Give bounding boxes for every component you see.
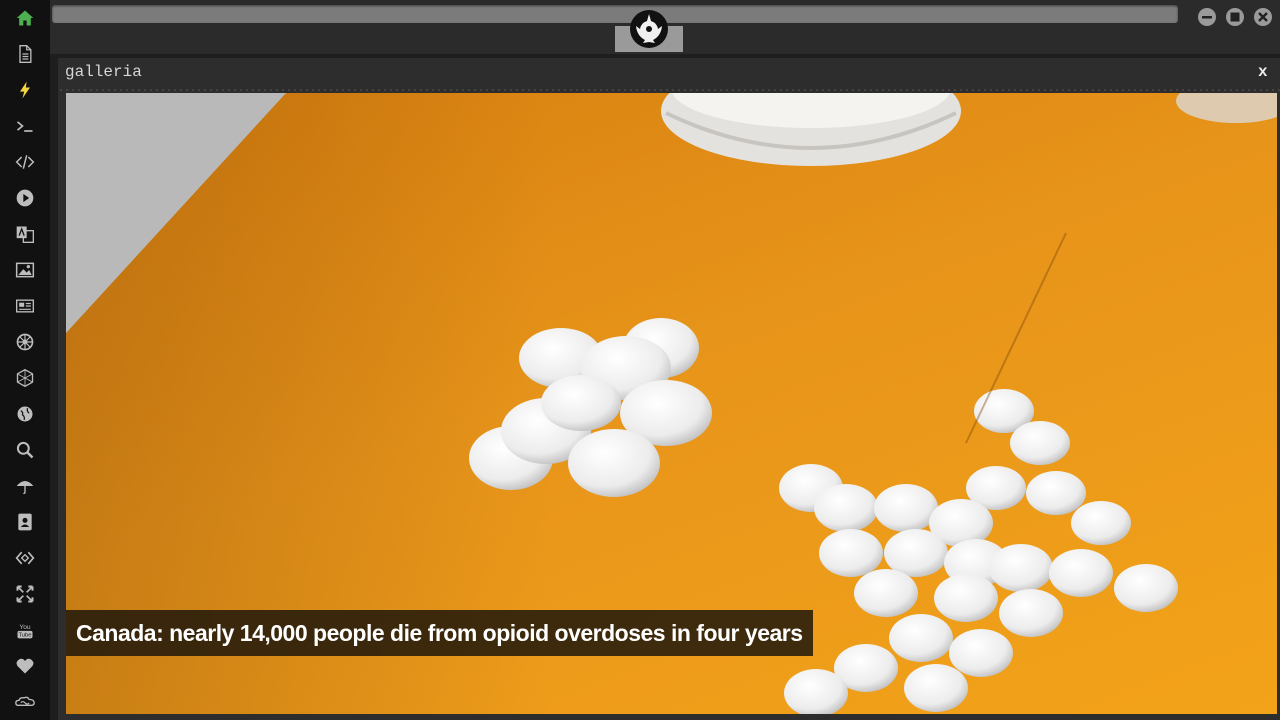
address-book-icon[interactable] [13, 510, 37, 534]
code-icon[interactable] [13, 150, 37, 174]
translate-icon[interactable] [13, 222, 37, 246]
document-icon[interactable] [13, 42, 37, 66]
maximize-icon[interactable] [1226, 8, 1244, 26]
home-icon[interactable] [13, 6, 37, 30]
play-icon[interactable] [13, 186, 37, 210]
infinity-cloud-icon[interactable] [13, 690, 37, 714]
youtube-icon[interactable]: You Tube [13, 618, 37, 642]
terminal-icon[interactable] [13, 114, 37, 138]
image-caption: Canada: nearly 14,000 people die from op… [66, 610, 813, 656]
panel-close-button[interactable]: x [1258, 63, 1268, 81]
lightning-icon[interactable] [13, 78, 37, 102]
code-diamond-icon[interactable] [13, 546, 37, 570]
svg-text:Tube: Tube [18, 633, 31, 639]
empire-icon[interactable] [13, 330, 37, 354]
expand-icon[interactable] [13, 582, 37, 606]
image-icon[interactable] [13, 258, 37, 282]
search-icon[interactable] [13, 438, 37, 462]
close-icon[interactable] [1254, 8, 1272, 26]
minimize-icon[interactable] [1198, 8, 1216, 26]
umbrella-icon[interactable] [13, 474, 37, 498]
hexagon-network-icon[interactable] [13, 366, 37, 390]
rebel-alliance-icon[interactable] [629, 9, 669, 49]
panel-title: galleria [65, 63, 142, 81]
newspaper-icon[interactable] [13, 294, 37, 318]
globe-icon[interactable] [13, 402, 37, 426]
sidebar: You Tube [0, 0, 50, 720]
address-bar[interactable] [52, 5, 1178, 23]
svg-text:You: You [19, 624, 31, 631]
heart-icon[interactable] [13, 654, 37, 678]
